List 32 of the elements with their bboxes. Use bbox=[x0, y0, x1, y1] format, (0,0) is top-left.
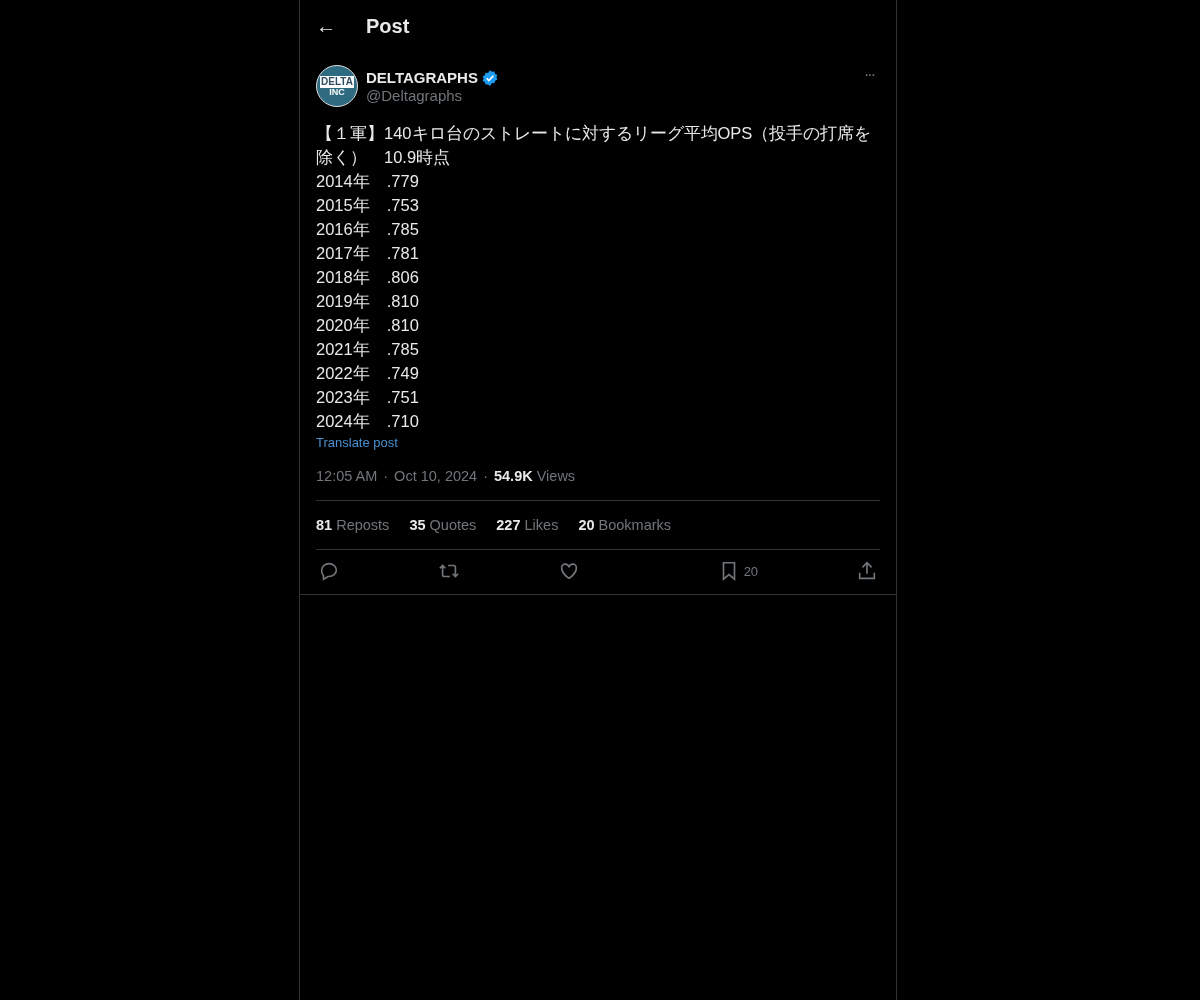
post-date[interactable]: Oct 10, 2024 bbox=[394, 468, 478, 484]
back-button[interactable]: ← bbox=[316, 15, 336, 38]
post-text-line: 2019年 .810 bbox=[316, 291, 420, 312]
post-text-line: 2023年 .751 bbox=[316, 387, 420, 408]
stat-link[interactable]: 35 Quotes bbox=[409, 517, 477, 533]
views-count: 54.9K bbox=[494, 468, 533, 484]
avatar[interactable]: DELTA INC bbox=[316, 65, 358, 107]
post-text-line: 2016年 .785 bbox=[316, 219, 420, 240]
post-text: 【１軍】140キロ台のストレートに対するリーグ平均OPS（投手の打席を除く） 10.9時点 bbox=[316, 123, 873, 168]
post-text-line: 2024年 .710 bbox=[316, 411, 420, 432]
post-text-line: 2017年 .781 bbox=[316, 243, 420, 264]
stat-link[interactable]: 227 Likes bbox=[496, 517, 559, 533]
author-name[interactable]: DELTAGRAPHS bbox=[366, 69, 478, 86]
post-text-line: 2018年 .806 bbox=[316, 267, 420, 288]
separator-dot: · bbox=[483, 468, 488, 484]
views-label: Views bbox=[536, 468, 576, 484]
post-text-line: 2014年 .779 bbox=[316, 171, 420, 192]
post-text-line: 2022年 .749 bbox=[316, 363, 420, 384]
stat-link[interactable]: 81 Reposts bbox=[316, 517, 390, 533]
page-title: Post bbox=[366, 15, 410, 38]
post-text-line: 2020年 .810 bbox=[316, 315, 420, 336]
bookmark-button[interactable]: 20 bbox=[717, 560, 759, 582]
speech-bubble-icon bbox=[318, 560, 340, 582]
author-handle[interactable]: @Deltagraphs bbox=[366, 86, 850, 104]
reply-button[interactable] bbox=[318, 560, 340, 582]
post-text-line: 2021年 .785 bbox=[316, 339, 420, 360]
translate-link[interactable]: Translate post bbox=[316, 435, 880, 450]
more-button[interactable]: ··· bbox=[858, 65, 880, 85]
post-text-line: 2015年 .753 bbox=[316, 195, 420, 216]
stat-link[interactable]: 20 Bookmarks bbox=[578, 517, 672, 533]
separator-dot: · bbox=[383, 468, 389, 484]
post-time[interactable]: 12:05 AM bbox=[316, 468, 378, 484]
